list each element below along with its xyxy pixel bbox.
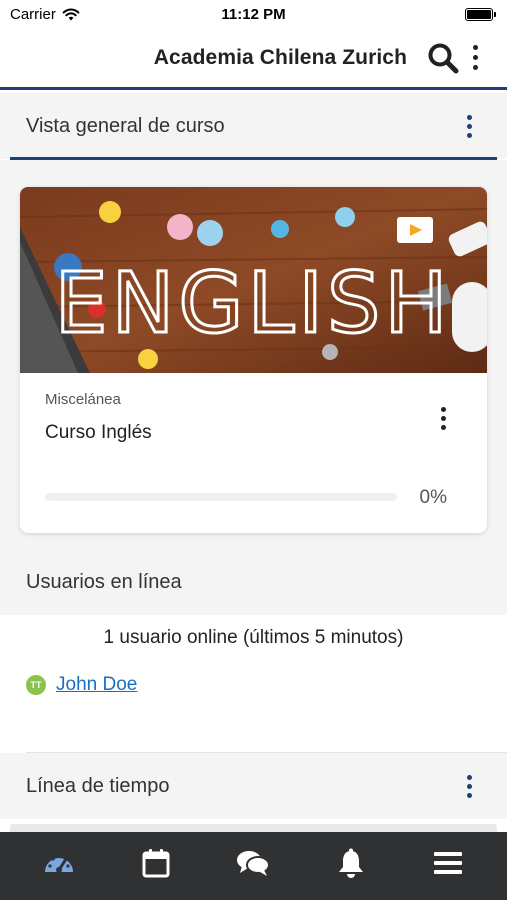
calendar-icon[interactable]: [126, 838, 186, 888]
course-card[interactable]: ENGLISH Miscelánea Curso Inglés 0%: [20, 187, 487, 533]
user-link[interactable]: John Doe: [56, 674, 137, 696]
course-options-icon[interactable]: [431, 403, 455, 433]
wifi-icon: [62, 8, 80, 20]
messages-icon[interactable]: [223, 838, 283, 888]
menu-icon[interactable]: [418, 838, 478, 888]
avatar: TT: [26, 675, 46, 695]
online-user-item[interactable]: TT John Doe: [26, 674, 137, 696]
course-overview-menu-icon[interactable]: [457, 111, 481, 141]
course-image-text: ENGLISH: [54, 254, 451, 352]
site-title: Academia Chilena Zurich: [153, 45, 407, 69]
users-online-summary: 1 usuario online (últimos 5 minutos): [103, 627, 404, 648]
course-progress-label: 0%: [419, 487, 447, 508]
notifications-icon[interactable]: [321, 838, 381, 888]
more-vertical-icon[interactable]: [463, 43, 487, 73]
dashboard-icon[interactable]: [29, 838, 89, 888]
status-left: Carrier: [10, 6, 80, 23]
course-name[interactable]: Curso Inglés: [45, 422, 152, 444]
app-header: Academia Chilena Zurich: [0, 28, 507, 90]
carrier-label: Carrier: [10, 5, 56, 23]
timeline-title: Línea de tiempo: [26, 774, 170, 797]
bottom-tab-bar: [0, 832, 507, 900]
course-image: ENGLISH: [20, 187, 487, 373]
timeline-header: Línea de tiempo: [0, 753, 507, 819]
status-bar: Carrier 11:12 PM: [0, 0, 507, 28]
timeline-content-peek: [10, 824, 497, 832]
timeline-menu-icon[interactable]: [457, 771, 481, 801]
course-overview-header: Vista general de curso: [0, 93, 507, 159]
course-progress-bar: [45, 493, 397, 501]
search-icon[interactable]: [423, 38, 463, 78]
course-category: Miscelánea: [45, 391, 121, 408]
battery-icon: [465, 7, 496, 21]
course-overview-title: Vista general de curso: [26, 114, 225, 137]
users-online-header: Usuarios en línea: [0, 549, 507, 615]
users-online-title: Usuarios en línea: [26, 570, 182, 593]
